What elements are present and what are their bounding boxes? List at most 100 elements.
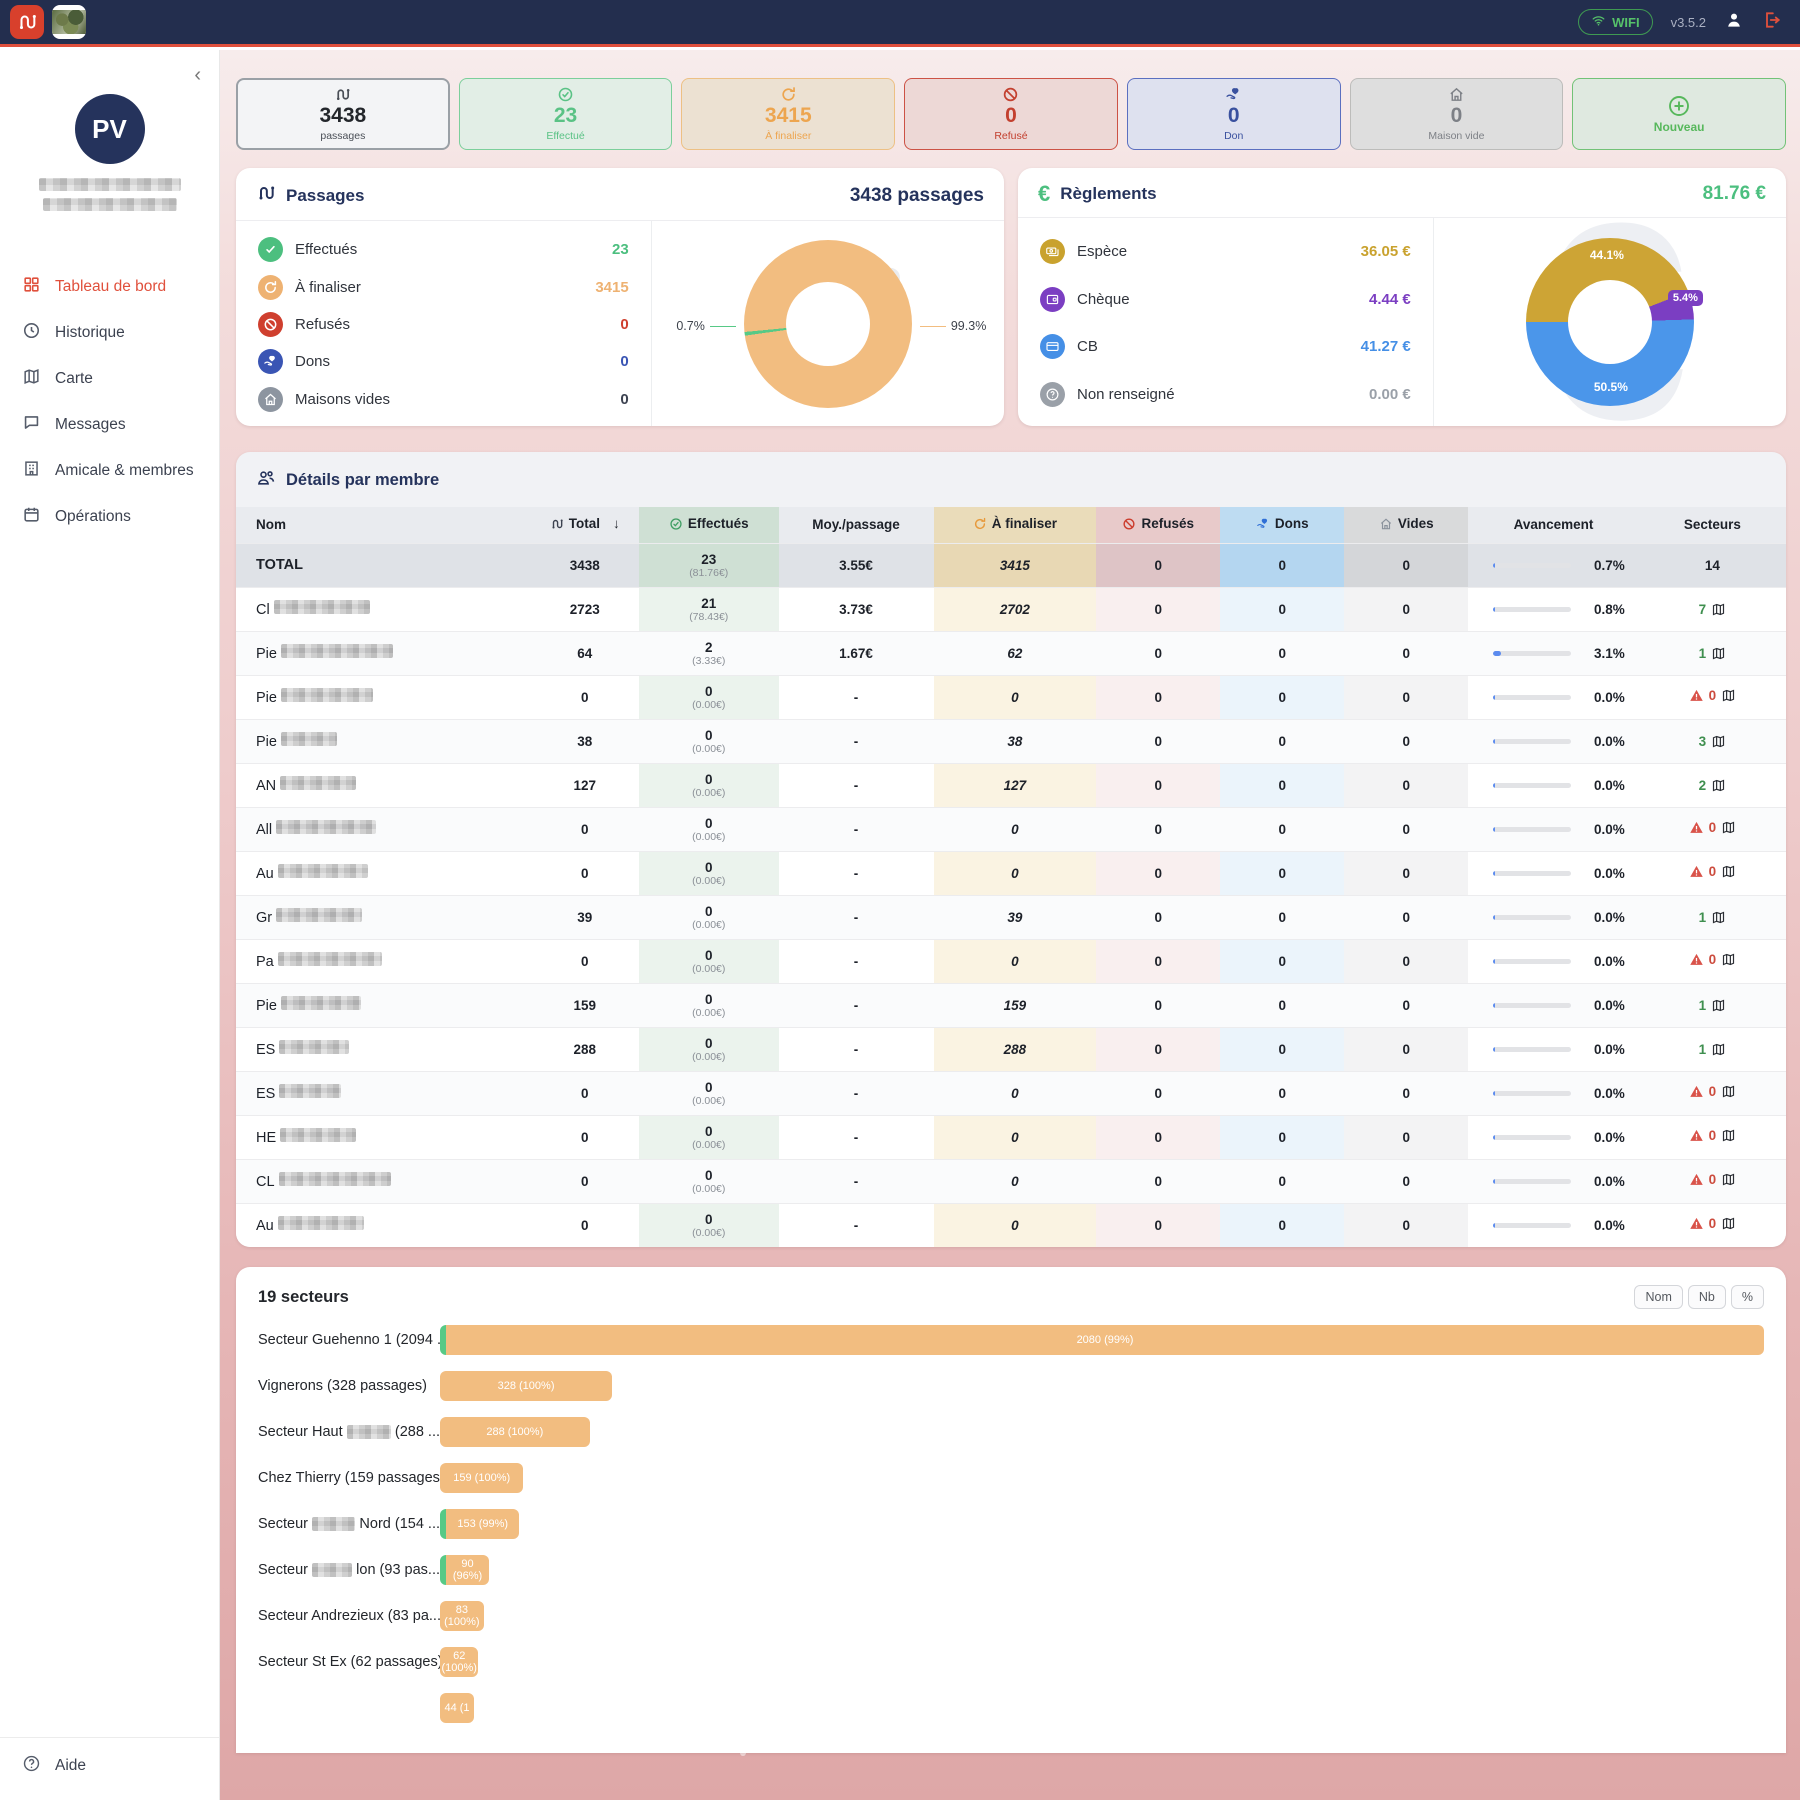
total-cell: 2723	[531, 587, 640, 631]
stat-card-label: Nouveau	[1654, 120, 1705, 134]
stat-card-nouveau[interactable]: Nouveau	[1572, 78, 1786, 150]
sector-label: Secteur Haut(288 ...	[258, 1424, 440, 1440]
column-header-dons[interactable]: Dons	[1220, 507, 1344, 543]
sector-map-link[interactable]: 0	[1689, 1084, 1737, 1099]
sector-map-link[interactable]: 0	[1689, 1172, 1737, 1187]
table-row[interactable]: Cl272321(78.43€)3.73€27020000.8%7	[236, 587, 1786, 631]
table-row[interactable]: Pie1590(0.00€)-1590000.0%1	[236, 983, 1786, 1027]
member-name-cell: Pie	[236, 631, 531, 675]
wifi-badge[interactable]: WIFI	[1578, 9, 1652, 35]
sector-map-link[interactable]: 1	[1699, 1042, 1727, 1057]
sector-map-link[interactable]: 0	[1689, 1216, 1737, 1231]
sector-bar[interactable]: 2080 (99%)	[440, 1325, 1764, 1355]
sector-bar[interactable]: 328 (100%)	[440, 1371, 612, 1401]
sort-arrow-icon[interactable]: ↓	[613, 516, 620, 531]
vides-cell: 0	[1344, 807, 1468, 851]
table-row[interactable]: Au00(0.00€)-00000.0%0	[236, 851, 1786, 895]
table-row[interactable]: Au00(0.00€)-00000.0%0	[236, 1203, 1786, 1247]
sidebar-collapse-icon[interactable]: ‹	[194, 68, 201, 82]
sector-bar[interactable]: 44 (1	[440, 1693, 474, 1723]
table-row[interactable]: Pie642(3.33€)1.67€620003.1%1	[236, 631, 1786, 675]
progress-bar: 0.0%	[1468, 1130, 1639, 1145]
sector-bar-row: 44 (1	[258, 1693, 1764, 1723]
sidebar-item-op-rations[interactable]: Opérations	[0, 494, 219, 540]
panel-list-item: À finaliser3415	[258, 275, 629, 300]
column-header-effectu-s[interactable]: Effectués	[639, 507, 779, 543]
sector-map-link[interactable]: 1	[1699, 998, 1727, 1013]
sort-button-nom[interactable]: Nom	[1634, 1285, 1682, 1309]
avancement-cell: 0.0%	[1468, 763, 1639, 807]
table-row[interactable]: AN1270(0.00€)-1270000.0%2	[236, 763, 1786, 807]
sidebar-item-carte[interactable]: Carte	[0, 356, 219, 402]
sector-map-link[interactable]: 0	[1689, 864, 1737, 879]
sort-button-nb[interactable]: Nb	[1688, 1285, 1726, 1309]
sector-map-link[interactable]: 1	[1699, 646, 1727, 661]
sector-map-link[interactable]: 0	[1689, 952, 1737, 967]
secteurs-cell: 7	[1639, 587, 1786, 631]
panel-item-label: Dons	[295, 353, 330, 370]
sector-map-link[interactable]: 2	[1699, 778, 1727, 793]
a-finaliser-cell: 39	[934, 895, 1097, 939]
column-header-avancement[interactable]: Avancement	[1468, 507, 1639, 543]
sector-map-link[interactable]: 7	[1699, 602, 1727, 617]
avatar[interactable]: PV	[75, 94, 145, 164]
member-name-redacted	[276, 908, 362, 922]
panel-list-item: Refusés0	[258, 312, 629, 337]
sector-bar[interactable]: 62 (100%)	[440, 1647, 478, 1677]
column-header--finaliser[interactable]: À finaliser	[934, 507, 1097, 543]
column-header-secteurs[interactable]: Secteurs	[1639, 507, 1786, 543]
sector-bar[interactable]: 83 (100%)	[440, 1601, 484, 1631]
column-header-vides[interactable]: Vides	[1344, 507, 1468, 543]
stat-card-refus-[interactable]: 0Refusé	[904, 78, 1118, 150]
sector-map-link[interactable]: 1	[1699, 910, 1727, 925]
table-row-total[interactable]: TOTAL343823(81.76€)3.55€34150000.7%14	[236, 543, 1786, 587]
sidebar-item-label: Historique	[55, 324, 125, 342]
table-row[interactable]: Pa00(0.00€)-00000.0%0	[236, 939, 1786, 983]
app-logo-icon[interactable]	[10, 5, 44, 39]
sector-bar[interactable]: 90 (96%)	[440, 1555, 489, 1585]
logout-icon[interactable]	[1762, 10, 1782, 35]
total-cell: 0	[531, 939, 640, 983]
table-row[interactable]: Gr390(0.00€)-390000.0%1	[236, 895, 1786, 939]
operation-photo-thumbnail[interactable]	[52, 5, 86, 39]
sector-map-link[interactable]: 0	[1689, 1128, 1737, 1143]
a-finaliser-cell: 159	[934, 983, 1097, 1027]
panel-list-item: Chèque4.44 €	[1040, 287, 1411, 312]
table-row[interactable]: CL00(0.00€)-00000.0%0	[236, 1159, 1786, 1203]
table-row[interactable]: HE00(0.00€)-00000.0%0	[236, 1115, 1786, 1159]
table-row[interactable]: ES2880(0.00€)-2880000.0%1	[236, 1027, 1786, 1071]
column-header-total[interactable]: Total↓	[531, 507, 640, 543]
total-cell: 0	[531, 1071, 640, 1115]
a-finaliser-cell: 0	[934, 1115, 1097, 1159]
stat-card-passages[interactable]: 3438passages	[236, 78, 450, 150]
vides-cell: 0	[1344, 675, 1468, 719]
table-row[interactable]: ES00(0.00€)-00000.0%0	[236, 1071, 1786, 1115]
table-row[interactable]: All00(0.00€)-00000.0%0	[236, 807, 1786, 851]
column-header-refus-s[interactable]: Refusés	[1096, 507, 1220, 543]
table-row[interactable]: Pie380(0.00€)-380000.0%3	[236, 719, 1786, 763]
sidebar-item-tableau-de-bord[interactable]: Tableau de bord	[0, 264, 219, 310]
column-header-moy-passage[interactable]: Moy./passage	[779, 507, 934, 543]
column-header-nom[interactable]: Nom	[236, 507, 531, 543]
table-row[interactable]: Pie00(0.00€)-00000.0%0	[236, 675, 1786, 719]
user-icon[interactable]	[1724, 10, 1744, 35]
sector-map-link[interactable]: 3	[1699, 734, 1727, 749]
stat-card-don[interactable]: 0Don	[1127, 78, 1341, 150]
sector-map-link[interactable]: 0	[1689, 688, 1737, 703]
progress-bar: 3.1%	[1468, 646, 1639, 661]
stat-card--finaliser[interactable]: 3415À finaliser	[681, 78, 895, 150]
sector-bar[interactable]: 288 (100%)	[440, 1417, 590, 1447]
sort-button-[interactable]: %	[1731, 1285, 1764, 1309]
sidebar-item-amicale-membres[interactable]: Amicale & membres	[0, 448, 219, 494]
sector-bar[interactable]: 159 (100%)	[440, 1463, 523, 1493]
stat-card-maison-vide[interactable]: 0Maison vide	[1350, 78, 1564, 150]
sidebar-item-historique[interactable]: Historique	[0, 310, 219, 356]
a-finaliser-cell: 0	[934, 1159, 1097, 1203]
building-icon	[22, 459, 41, 483]
sector-bar[interactable]: 153 (99%)	[440, 1509, 519, 1539]
sidebar-item-aide[interactable]: Aide	[0, 1737, 219, 1800]
secteurs-cell: 1	[1639, 895, 1786, 939]
stat-card-effectu-[interactable]: 23Effectué	[459, 78, 673, 150]
sidebar-item-messages[interactable]: Messages	[0, 402, 219, 448]
sector-map-link[interactable]: 0	[1689, 820, 1737, 835]
